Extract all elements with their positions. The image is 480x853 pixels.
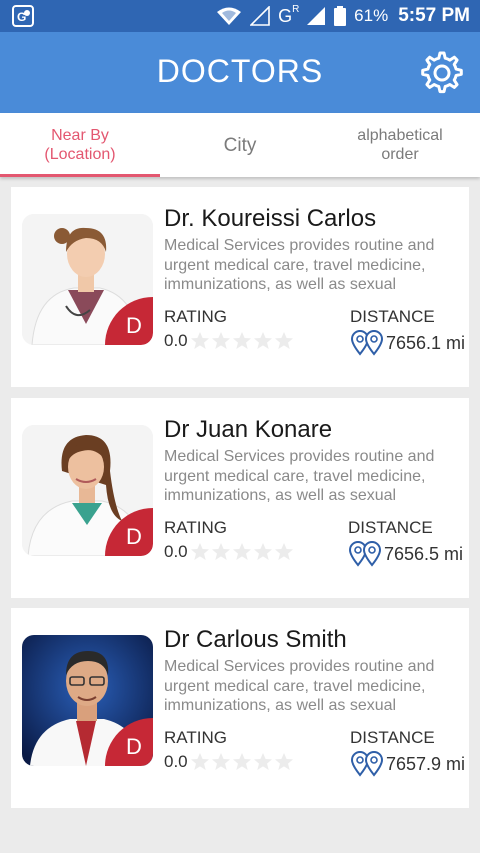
signal-icon	[250, 6, 270, 26]
app-bar: DOCTORS	[0, 32, 480, 113]
distance-row: 7656.5 mi	[348, 541, 463, 567]
notification-icon: G	[12, 5, 34, 27]
star-icon	[274, 543, 293, 560]
doctor-name: Dr Carlous Smith	[164, 626, 347, 653]
star-rating	[190, 752, 295, 772]
doctor-name: Dr Juan Konare	[164, 416, 333, 443]
rating-row: 0.0	[164, 752, 295, 772]
rating-value: 0.0	[164, 752, 188, 771]
rating-label: RATING	[164, 728, 227, 747]
star-icon	[211, 543, 230, 560]
distance-label: DISTANCE	[350, 728, 435, 747]
star-icon	[253, 543, 272, 560]
tab-city[interactable]: City	[160, 113, 320, 177]
map-pin-icon	[350, 330, 384, 356]
wifi-icon	[217, 7, 242, 25]
doctor-photo: D	[22, 214, 153, 345]
rating-value: 0.0	[164, 331, 188, 350]
clock: 5:57 PM	[398, 5, 470, 26]
map-pin-icon	[348, 541, 382, 567]
doctor-card[interactable]: D Dr. Koureissi Carlos Medical Services …	[11, 187, 469, 387]
battery-percent: 61%	[354, 6, 389, 25]
rating-value: 0.0	[164, 542, 188, 561]
rating-row: 0.0	[164, 331, 295, 351]
rating-row: 0.0	[164, 542, 295, 562]
doctor-description: Medical Services provides routine and ur…	[164, 658, 435, 714]
star-icon	[190, 753, 209, 770]
star-icon	[232, 332, 251, 349]
gear-icon[interactable]	[418, 49, 466, 97]
distance-value: 7657.9 mi	[386, 753, 466, 774]
star-icon	[211, 332, 230, 349]
network-type: GR	[278, 3, 300, 26]
rating-label: RATING	[164, 518, 227, 537]
page-title: DOCTORS	[156, 53, 324, 89]
star-icon	[232, 543, 251, 560]
distance-row: 7656.1 mi	[350, 330, 465, 356]
star-icon	[232, 753, 251, 770]
star-icon	[190, 543, 209, 560]
doctor-description: Medical Services provides routine and ur…	[164, 237, 435, 293]
doctor-name: Dr. Koureissi Carlos	[164, 205, 377, 232]
doctor-card[interactable]: D Dr Juan Konare Medical Services provid…	[11, 398, 469, 598]
star-icon	[274, 753, 293, 770]
tab-bar: Near By (Location) City alphabetical ord…	[0, 113, 480, 177]
star-icon	[190, 332, 209, 349]
distance-value: 7656.5 mi	[384, 543, 464, 564]
doctor-description: Medical Services provides routine and ur…	[164, 448, 435, 504]
star-rating	[190, 331, 295, 351]
star-icon	[211, 753, 230, 770]
doctor-card[interactable]: D Dr Carlous Smith Medical Services prov…	[11, 608, 469, 808]
distance-label: DISTANCE	[350, 307, 435, 326]
map-pin-icon	[350, 751, 384, 777]
doctor-photo: D	[22, 635, 153, 766]
doctor-photo: D	[22, 425, 153, 556]
star-icon	[253, 753, 272, 770]
signal-full-icon	[307, 7, 326, 25]
star-rating	[190, 542, 295, 562]
distance-row: 7657.9 mi	[350, 751, 465, 777]
star-icon	[253, 332, 272, 349]
distance-label: DISTANCE	[348, 518, 433, 537]
tab-near-by[interactable]: Near By (Location)	[0, 113, 160, 177]
distance-value: 7656.1 mi	[386, 332, 466, 353]
battery-icon	[334, 6, 347, 26]
rating-label: RATING	[164, 307, 227, 326]
tab-alphabetical[interactable]: alphabetical order	[320, 113, 480, 177]
roaming-indicator: R	[292, 3, 300, 15]
status-bar: G GR 61% 5:57 PM	[0, 0, 480, 32]
star-icon	[274, 332, 293, 349]
